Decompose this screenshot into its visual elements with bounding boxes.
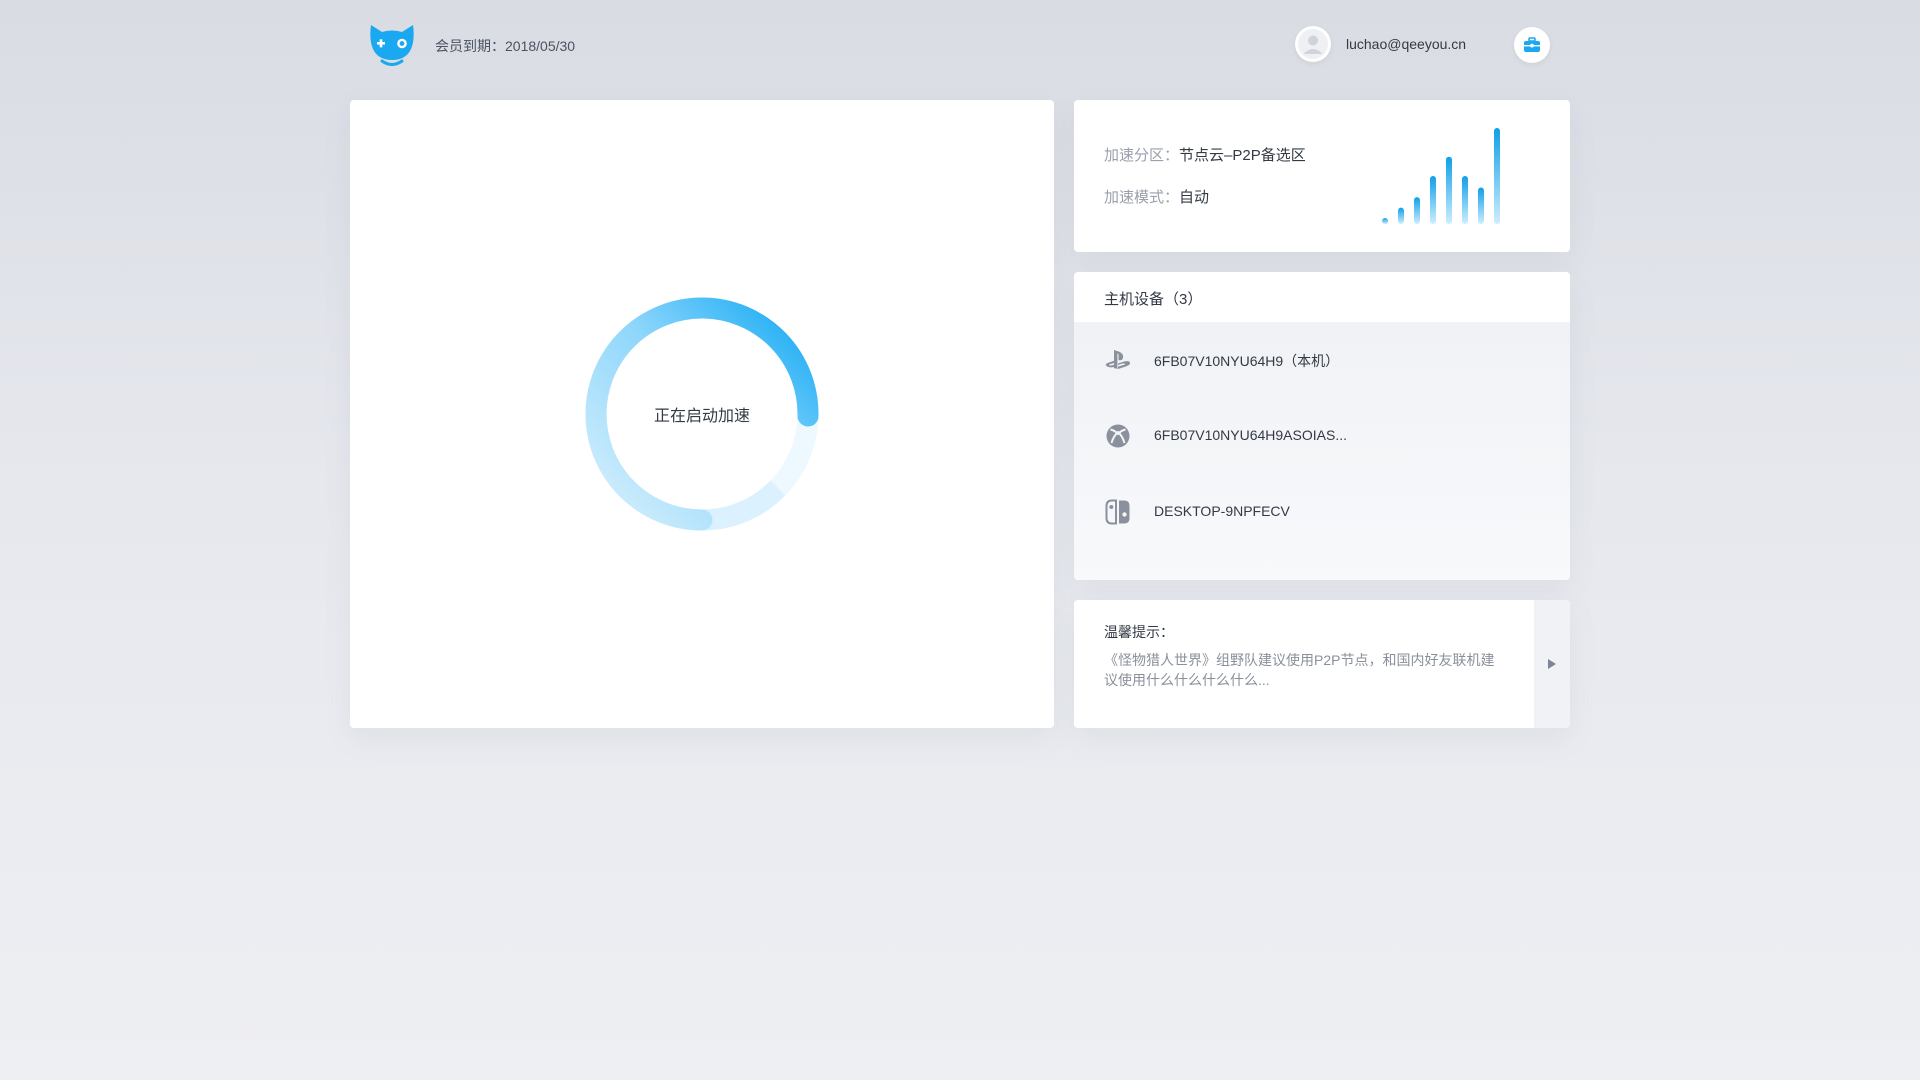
accelerate-panel: 正在启动加速 <box>350 100 1054 728</box>
acceleration-info-card: 加速分区：节点云–P2P备选区 加速模式：自动 <box>1074 100 1570 252</box>
user-avatar-icon <box>1298 29 1328 59</box>
signal-bar <box>1446 156 1452 224</box>
device-item-xbox[interactable]: 6FB07V10NYU64H9ASOIAS... <box>1074 398 1570 474</box>
membership-label: 会员到期： <box>435 38 505 54</box>
toolbox-icon <box>1524 37 1540 52</box>
zone-value: 节点云–P2P备选区 <box>1179 147 1306 164</box>
tip-title: 温馨提示： <box>1104 624 1174 640</box>
top-bar: 会员到期：2018/05/30 luchao@qeeyou.cn <box>0 0 1920 90</box>
membership-expiry: 会员到期：2018/05/30 <box>435 36 575 56</box>
membership-date: 2018/05/30 <box>505 38 576 54</box>
device-item-playstation[interactable]: 6FB07V10NYU64H9（本机） <box>1074 322 1570 398</box>
mode-row: 加速模式：自动 <box>1104 186 1209 207</box>
accelerate-status-text: 正在启动加速 <box>653 408 750 425</box>
next-tip-button[interactable] <box>1534 600 1570 728</box>
host-devices-card: 主机设备（3） 6FB07V10NYU64H9（本机） 6FB07V10NYU6 <box>1074 272 1570 580</box>
cat-gamepad-logo-icon <box>368 22 416 66</box>
user-email[interactable]: luchao@qeeyou.cn <box>1346 36 1466 52</box>
xbox-icon <box>1104 423 1132 449</box>
devices-list: 6FB07V10NYU64H9（本机） 6FB07V10NYU64H9ASOIA… <box>1074 322 1570 580</box>
triangle-right-icon <box>1548 659 1556 669</box>
tip-text: 《怪物猎人世界》组野队建议使用P2P节点，和国内好友联机建议使用什么什么什么什么… <box>1104 652 1495 688</box>
signal-bar <box>1430 176 1436 224</box>
device-name: DESKTOP-9NPFECV <box>1154 503 1290 519</box>
nintendo-switch-icon <box>1104 499 1132 525</box>
mode-label: 加速模式： <box>1104 189 1180 206</box>
signal-bar <box>1382 218 1388 224</box>
signal-bar <box>1398 207 1404 224</box>
playstation-icon <box>1104 347 1132 373</box>
signal-bar <box>1414 197 1420 224</box>
device-name: 6FB07V10NYU64H9（本机） <box>1154 353 1340 369</box>
device-name: 6FB07V10NYU64H9ASOIAS... <box>1154 427 1347 443</box>
signal-bar <box>1462 176 1468 224</box>
devices-title: 主机设备（3） <box>1104 291 1203 308</box>
zone-label: 加速分区： <box>1104 147 1180 164</box>
user-avatar-button[interactable] <box>1295 26 1331 62</box>
signal-bars-icon <box>1374 120 1554 230</box>
toolbox-button[interactable] <box>1514 27 1550 63</box>
signal-bar <box>1494 128 1500 224</box>
loading-ring-icon: 正在启动加速 <box>585 297 819 531</box>
mode-value: 自动 <box>1179 189 1210 206</box>
zone-row: 加速分区：节点云–P2P备选区 <box>1104 144 1306 165</box>
device-item-switch[interactable]: DESKTOP-9NPFECV <box>1074 474 1570 550</box>
signal-bar <box>1478 187 1484 224</box>
tip-card: 温馨提示： 《怪物猎人世界》组野队建议使用P2P节点，和国内好友联机建议使用什么… <box>1074 600 1570 728</box>
